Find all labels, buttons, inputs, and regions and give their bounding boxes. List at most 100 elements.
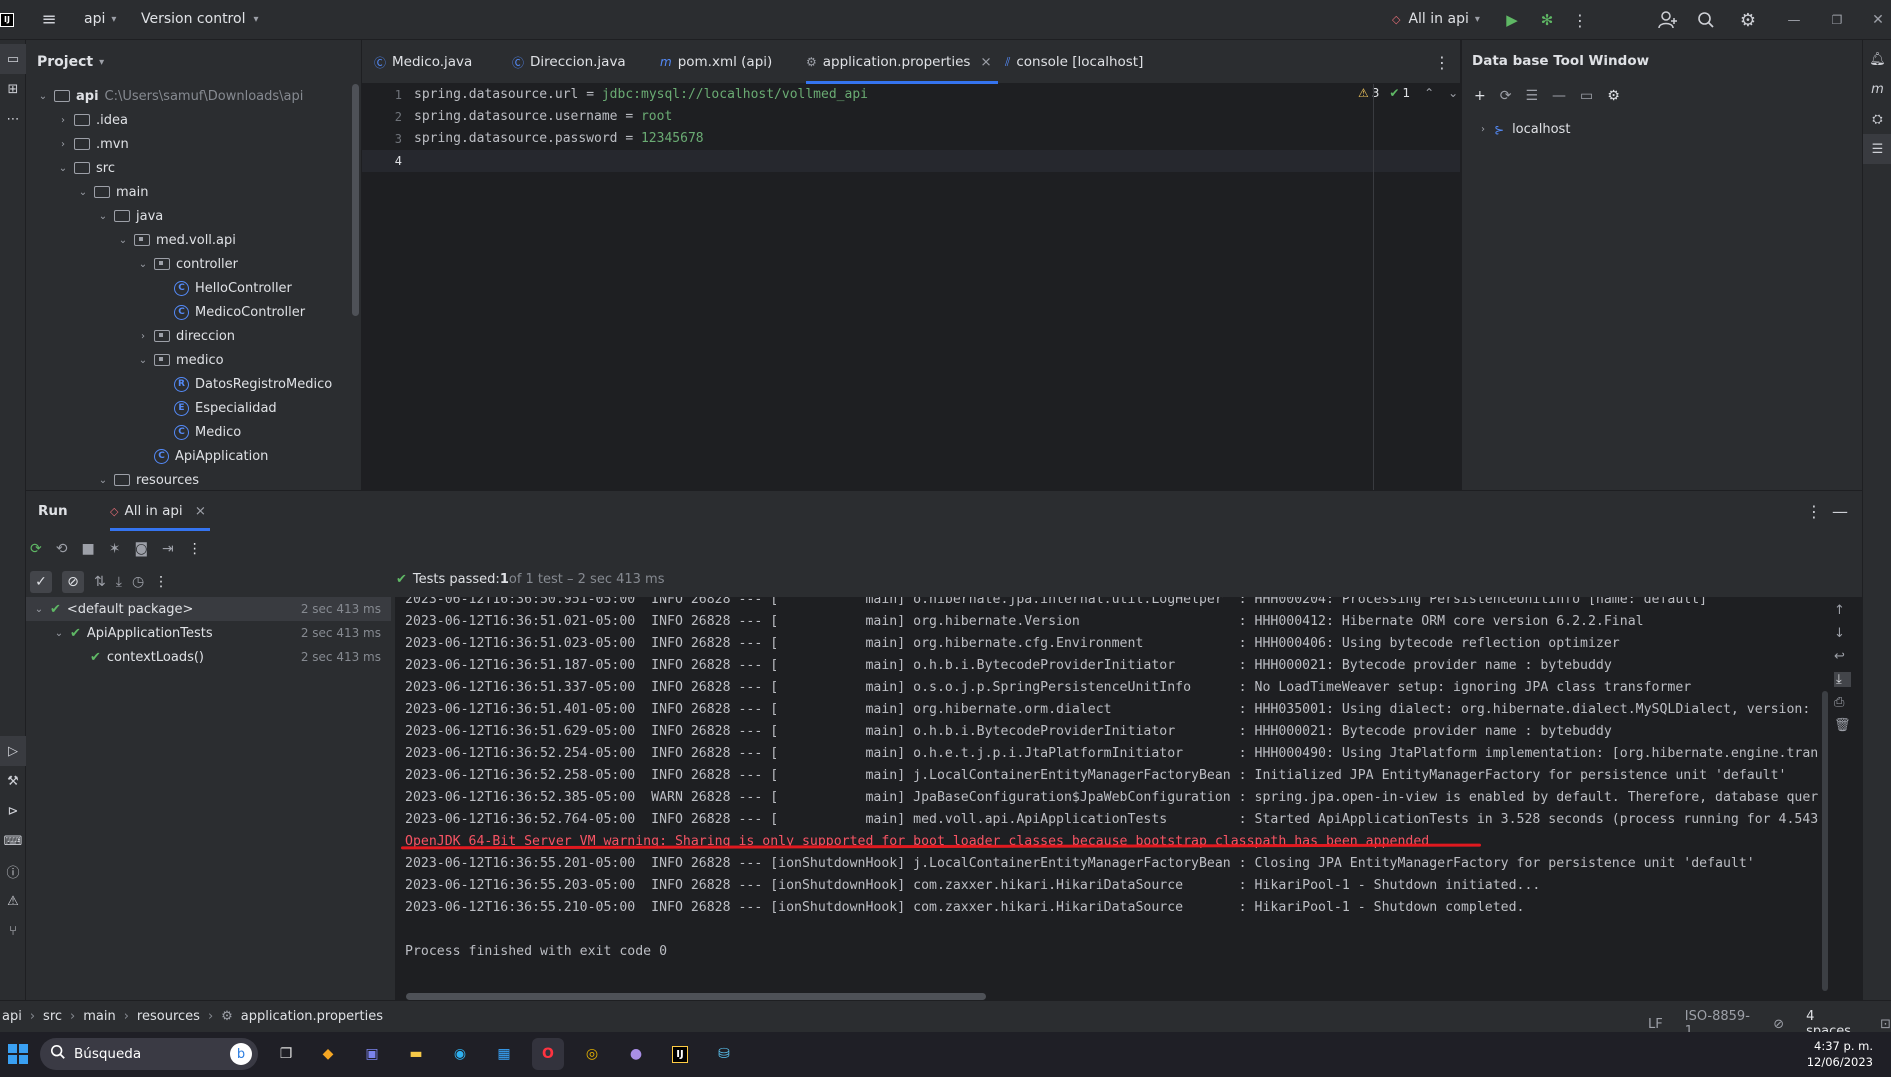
stop-icon[interactable]: ■ xyxy=(81,541,94,557)
console-vertical-scrollbar[interactable] xyxy=(1822,691,1828,991)
console-output[interactable]: 2023-06-12T16:36:50.951-05:00 INFO 26828… xyxy=(395,597,1862,1001)
code-line[interactable]: spring.datasource.password = 12345678 xyxy=(412,128,1460,150)
test-tree-item[interactable]: ⌄ ✔ <default package> 2 sec 413 ms xyxy=(26,597,391,621)
chevron-down-icon[interactable]: ⌄ xyxy=(56,163,70,174)
tree-item[interactable]: C ApiApplication xyxy=(36,444,361,468)
breadcrumb-item[interactable]: application.properties xyxy=(241,1009,383,1024)
ai-assistant-icon[interactable]: ⛭ xyxy=(1863,104,1891,134)
more-tools-icon[interactable]: ⋯ xyxy=(0,104,26,134)
print-icon[interactable]: ⎙ xyxy=(1834,695,1851,710)
tree-item[interactable]: › .mvn xyxy=(36,132,361,156)
hide-panel-icon[interactable]: — xyxy=(1832,501,1848,521)
tree-item[interactable]: R DatosRegistroMedico xyxy=(36,372,361,396)
main-menu-icon[interactable]: ≡ xyxy=(38,8,60,30)
problems-tool-icon[interactable]: ⓘ xyxy=(0,856,26,886)
chevron-down-icon[interactable]: ⌄ xyxy=(136,259,150,270)
tree-item[interactable]: ⌄ controller xyxy=(36,252,361,276)
run-panel-more-icon[interactable]: ⋮ xyxy=(1806,501,1822,521)
history-icon[interactable]: ◷ xyxy=(132,574,144,590)
close-tab-icon[interactable]: × xyxy=(980,54,991,70)
console-horizontal-scrollbar[interactable] xyxy=(406,993,986,1000)
clear-icon[interactable]: 🗑︎ xyxy=(1834,718,1851,733)
tab-console-localhost[interactable]: ⫽ console [localhost] xyxy=(1005,40,1143,84)
file-explorer-icon[interactable]: ▬ xyxy=(400,1038,432,1070)
tree-item[interactable]: C HelloController xyxy=(36,276,361,300)
code-line[interactable] xyxy=(412,150,1460,172)
tab-direccion-java[interactable]: Ⓒ Direccion.java xyxy=(512,40,626,84)
debug-icon[interactable]: ✻ xyxy=(1535,8,1559,32)
teams-chat-icon[interactable]: ▣ xyxy=(356,1038,388,1070)
database-tool-icon[interactable]: ☰ xyxy=(1863,134,1891,164)
intellij-taskbar-icon[interactable]: IJ xyxy=(664,1038,696,1070)
run-config-tab[interactable]: ◇ All in api × xyxy=(110,503,206,519)
close-window-icon[interactable]: ✕ xyxy=(1870,8,1886,32)
next-highlight-icon[interactable]: ⌄ xyxy=(1448,86,1458,100)
build-tool-icon[interactable]: ⚒ xyxy=(0,766,26,796)
more-icon[interactable]: ⋮ xyxy=(188,541,202,557)
tree-item[interactable]: ⌄ medico xyxy=(36,348,361,372)
tab-application-properties[interactable]: ⚙ application.properties × xyxy=(806,40,998,84)
close-tab-icon[interactable]: × xyxy=(195,503,206,519)
terminal-tool-icon[interactable]: ⌨ xyxy=(0,826,26,856)
rerun-failed-icon[interactable]: ⟲ xyxy=(56,541,68,557)
tab-pom-xml[interactable]: m pom.xml (api) xyxy=(660,40,772,84)
breadcrumb-item[interactable]: main xyxy=(83,1009,115,1024)
tree-item[interactable]: ⌄ resources xyxy=(36,468,361,492)
windows-start-icon[interactable] xyxy=(2,1038,34,1070)
tab-medico-java[interactable]: Ⓒ Medico.java xyxy=(374,40,472,84)
chevron-down-icon[interactable]: ⌄ xyxy=(76,187,90,198)
notifications-icon[interactable]: 🔔︎ xyxy=(1863,44,1891,74)
readonly-lock-icon[interactable]: ⊘ xyxy=(1773,1017,1784,1032)
soft-wrap-icon[interactable]: ↩ xyxy=(1834,649,1851,664)
tree-item[interactable]: ⌄ java xyxy=(36,204,361,228)
code-line[interactable]: spring.datasource.username = root xyxy=(412,106,1460,128)
chevron-right-icon[interactable]: › xyxy=(56,139,70,150)
import-tests-icon[interactable]: ⤓ xyxy=(116,574,122,590)
refresh-icon[interactable]: ⟳ xyxy=(1500,88,1512,104)
chevron-right-icon[interactable]: › xyxy=(136,331,150,342)
tree-item[interactable]: › direccion xyxy=(36,324,361,348)
chevron-down-icon[interactable]: ⌄ xyxy=(136,355,150,366)
edge-browser-icon[interactable]: ◉ xyxy=(444,1038,476,1070)
project-scrollbar[interactable] xyxy=(352,84,359,316)
properties-icon[interactable]: ☰ xyxy=(1525,88,1538,104)
scroll-down-icon[interactable]: ↓ xyxy=(1834,626,1851,641)
chevron-down-icon[interactable]: ⌄ xyxy=(36,91,50,102)
project-widget[interactable]: api ▾ xyxy=(84,11,116,27)
taskbar-search[interactable]: Búsqueda b xyxy=(40,1038,258,1070)
maven-tool-icon[interactable]: m xyxy=(1863,74,1891,104)
breadcrumb-item[interactable]: src xyxy=(43,1009,62,1024)
minimize-icon[interactable]: — xyxy=(1786,8,1802,32)
datasource-item-localhost[interactable]: › ⊱ localhost xyxy=(1476,122,1570,137)
settings-gear-icon[interactable]: ⚙ xyxy=(1736,8,1760,32)
taskbar-clock[interactable]: 4:37 p. m. 12/06/2023 xyxy=(1807,1038,1873,1070)
breadcrumb-item[interactable]: api xyxy=(2,1009,22,1024)
test-tree-item[interactable]: ✔ contextLoads() 2 sec 413 ms xyxy=(26,645,391,669)
opera-browser-icon[interactable]: O xyxy=(532,1038,564,1070)
breadcrumb-item[interactable]: resources xyxy=(137,1009,200,1024)
add-datasource-icon[interactable]: + xyxy=(1474,88,1486,104)
add-user-icon[interactable] xyxy=(1656,8,1680,32)
services-tool-icon[interactable]: ⊳ xyxy=(0,796,26,826)
settings-gear-icon[interactable]: ⚙ xyxy=(1607,88,1620,104)
more-actions-icon[interactable]: ⋮ xyxy=(1570,8,1590,32)
more-icon[interactable]: ⋮ xyxy=(154,574,168,590)
tree-item[interactable]: E Especialidad xyxy=(36,396,361,420)
restore-icon[interactable]: ❐ xyxy=(1829,8,1845,32)
tree-item[interactable]: ⌄ main xyxy=(36,180,361,204)
scroll-to-end-icon[interactable]: ⤓ xyxy=(1834,672,1851,687)
project-panel-header[interactable]: Project ▾ xyxy=(26,40,361,84)
vcs-widget[interactable]: Version control ▾ xyxy=(141,11,259,27)
task-view-icon[interactable]: ❐ xyxy=(270,1038,302,1070)
chevron-down-icon[interactable]: ⌄ xyxy=(52,628,66,639)
chevron-down-icon[interactable]: ⌄ xyxy=(96,211,110,222)
table-view-icon[interactable]: ▭ xyxy=(1580,88,1593,104)
run-tool-icon[interactable]: ▷ xyxy=(0,736,26,766)
rerun-icon[interactable]: ⟳ xyxy=(30,541,42,557)
chrome-browser-icon[interactable]: ◎ xyxy=(576,1038,608,1070)
run-tab-title[interactable]: Run xyxy=(38,503,68,519)
tree-item[interactable]: ⌄ med.voll.api xyxy=(36,228,361,252)
show-ignored-toggle[interactable]: ⊘ xyxy=(62,571,84,593)
line-separator-widget[interactable]: LF xyxy=(1648,1017,1663,1032)
microsoft-store-icon[interactable]: ▦ xyxy=(488,1038,520,1070)
